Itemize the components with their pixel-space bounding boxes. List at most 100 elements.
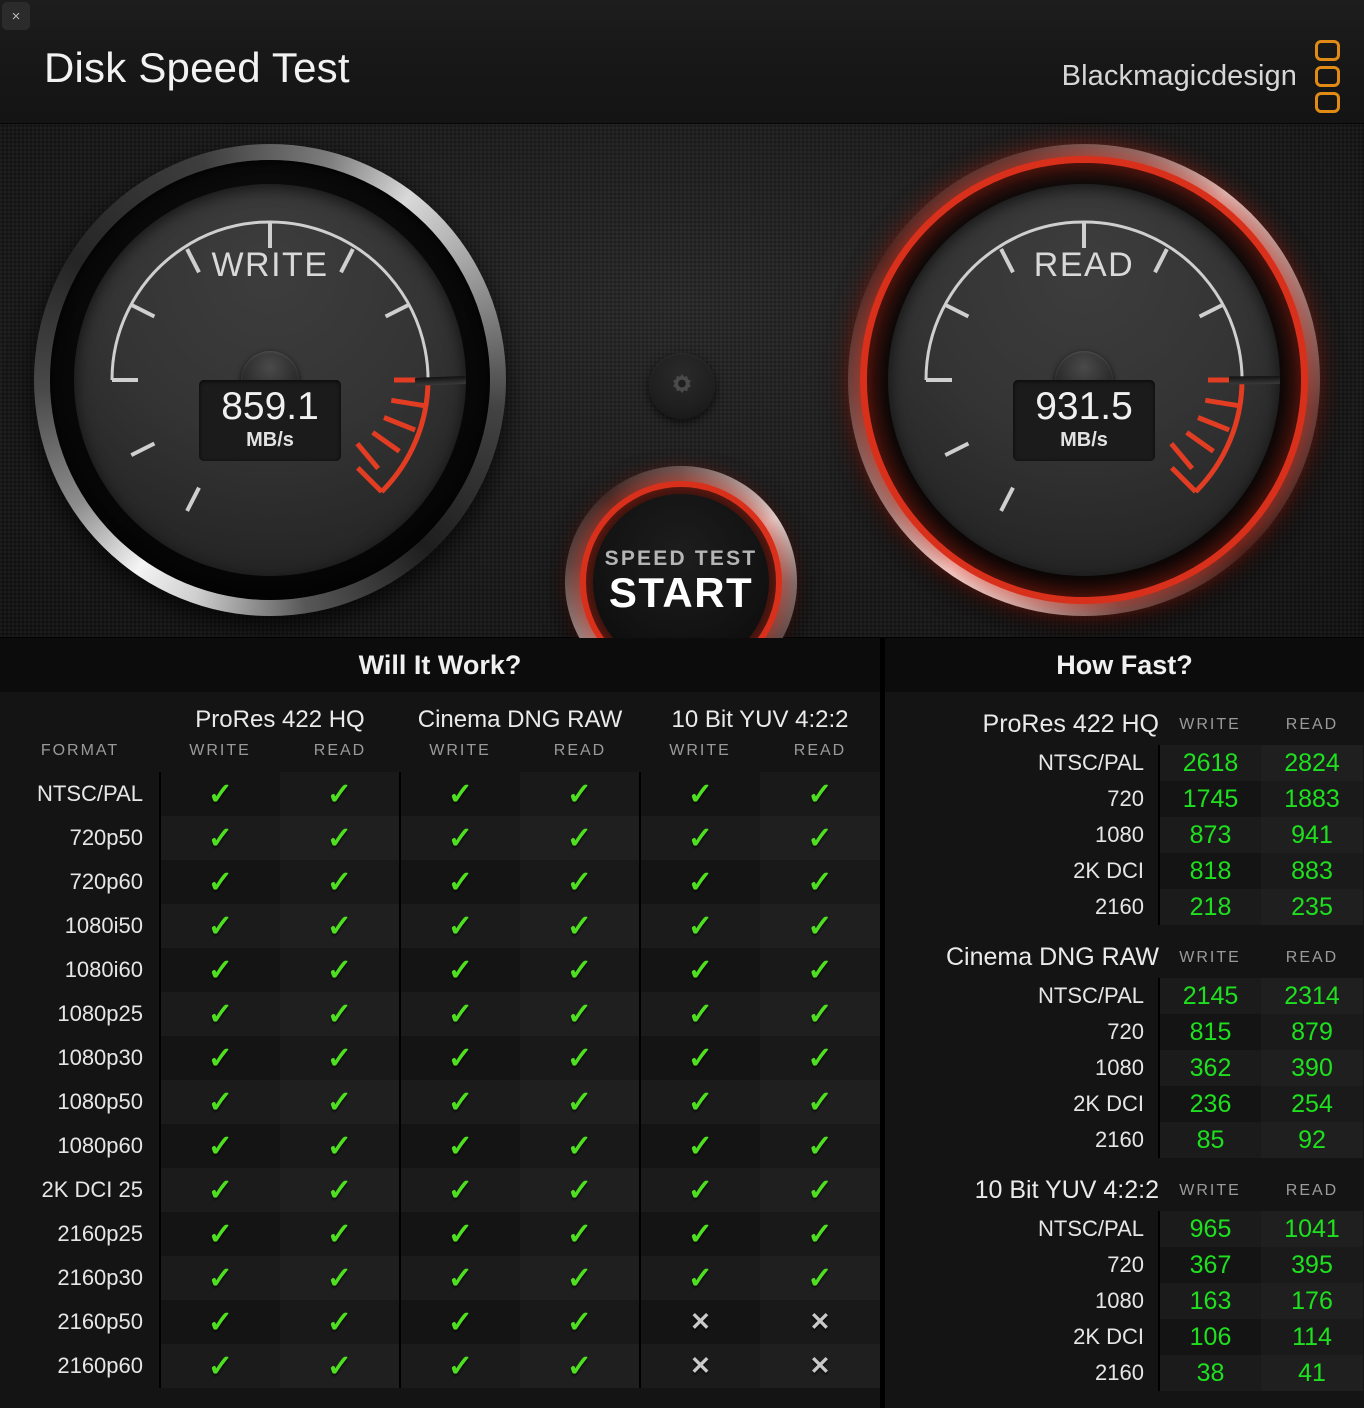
how-fast-row-label: 2160 [885, 889, 1160, 925]
check-icon: ✓ [447, 1217, 474, 1251]
check-icon: ✓ [280, 1168, 401, 1212]
check-icon: ✓ [760, 816, 880, 860]
how-fast-write-value: 1745 [1182, 784, 1239, 813]
start-button-subtitle: SPEED TEST [604, 547, 758, 570]
brand-logo: Blackmagicdesign [1062, 40, 1340, 113]
will-it-work-rows: NTSC/PAL ✓ ✓ ✓ ✓ ✓ ✓ 720p50 ✓ ✓ ✓ ✓ ✓ ✓ 720p60 ✓ ✓ ✓ ✓ ✓ ✓ 10… [0, 772, 880, 1388]
format-label: NTSC/PAL [0, 772, 161, 816]
table-row: 2160 85 92 [885, 1122, 1363, 1158]
table-row: NTSC/PAL 965 1041 [885, 1211, 1363, 1247]
check-icon: ✓ [280, 1212, 401, 1256]
table-row: 2K DCI 236 254 [885, 1086, 1363, 1122]
check-icon: ✓ [400, 992, 520, 1036]
check-icon: ✓ [640, 816, 760, 860]
how-fast-write-value: 218 [1159, 889, 1261, 925]
check-icon: ✓ [280, 992, 401, 1036]
check-icon: ✓ [207, 865, 234, 899]
how-fast-read-header: READ [1285, 1181, 1339, 1199]
how-fast-read-value: 114 [1261, 1319, 1363, 1355]
write-gauge-face: WRITE 859.1 MB/s [74, 184, 466, 576]
table-row: 1080i60 ✓ ✓ ✓ ✓ ✓ ✓ [0, 948, 880, 992]
settings-button[interactable] [649, 353, 715, 419]
brand-name: Blackmagicdesign [1061, 60, 1297, 92]
check-icon: ✓ [520, 1256, 641, 1300]
disk-speed-test-window: × Disk Speed Test Blackmagicdesign WRITE… [0, 0, 1364, 1408]
how-fast-read-value: 176 [1261, 1283, 1363, 1319]
format-label: 2160p25 [0, 1212, 161, 1256]
how-fast-table-0: ProRes 422 HQ WRITE READ NTSC/PAL 2618 2824 72… [885, 698, 1364, 925]
format-label: 2160p60 [0, 1344, 161, 1388]
how-fast-read-value: 2314 [1261, 978, 1363, 1014]
table-row: 2160p60 ✓ ✓ ✓ ✓ ✕ ✕ [0, 1344, 880, 1388]
how-fast-group-header: 10 Bit YUV 4:2:2 WRITE READ [885, 1164, 1363, 1211]
check-icon: ✓ [400, 1080, 520, 1124]
will-it-work-title: Will It Work? [0, 638, 880, 692]
results-panels: Will It Work? ProRes 422 HQ Cinema DNG R… [0, 638, 1364, 1408]
check-icon: ✓ [520, 772, 641, 816]
subheader-write-0: WRITE [189, 742, 251, 759]
check-icon: ✓ [447, 1041, 474, 1075]
check-icon: ✓ [400, 1168, 520, 1212]
check-icon: ✓ [160, 992, 280, 1036]
check-icon: ✓ [640, 992, 760, 1036]
how-fast-read-header: READ [1285, 948, 1339, 966]
check-icon: ✓ [520, 816, 641, 860]
table-row: 720 367 395 [885, 1247, 1363, 1283]
check-icon: ✓ [760, 1212, 880, 1256]
codec-header-1: Cinema DNG RAW [417, 706, 623, 733]
check-icon: ✓ [400, 816, 520, 860]
table-row: NTSC/PAL 2618 2824 [885, 745, 1363, 781]
how-fast-codec-name: 10 Bit YUV 4:2:2 [974, 1176, 1159, 1204]
how-fast-row-label: 720 [885, 781, 1160, 817]
how-fast-write-header: WRITE [1179, 715, 1241, 733]
format-label: 2K DCI 25 [0, 1168, 161, 1212]
table-row: NTSC/PAL 2145 2314 [885, 978, 1363, 1014]
check-icon: ✓ [687, 777, 714, 811]
table-row: 1080p30 ✓ ✓ ✓ ✓ ✓ ✓ [0, 1036, 880, 1080]
start-button-label: START [608, 569, 754, 616]
subheader-read-1: READ [553, 742, 607, 759]
table-row: NTSC/PAL ✓ ✓ ✓ ✓ ✓ ✓ [0, 772, 880, 816]
check-icon: ✓ [640, 1256, 760, 1300]
table-row: 720 1745 1883 [885, 781, 1363, 817]
check-icon: ✓ [280, 1256, 401, 1300]
check-icon: ✓ [207, 777, 234, 811]
read-gauge-value: 931.5 [1035, 385, 1133, 428]
how-fast-write-header: WRITE [1179, 1181, 1241, 1199]
check-icon: ✓ [400, 1256, 520, 1300]
gauge-deck: WRITE 859.1 MB/s SPEED TEST START READ 9… [0, 124, 1364, 698]
how-fast-row-label: NTSC/PAL [885, 745, 1160, 781]
format-label: 2160p30 [0, 1256, 161, 1300]
format-label: 1080i50 [0, 904, 161, 948]
check-icon: ✓ [447, 953, 474, 987]
close-button[interactable]: × [2, 2, 30, 30]
how-fast-read-value: 395 [1261, 1247, 1363, 1283]
subheader-read-2: READ [793, 742, 847, 759]
how-fast-write-value: 106 [1189, 1322, 1232, 1351]
table-row: 2160 38 41 [885, 1355, 1363, 1391]
check-icon: ✓ [520, 1300, 641, 1344]
check-icon: ✓ [760, 1256, 880, 1300]
check-icon: ✓ [687, 1217, 714, 1251]
check-icon: ✓ [400, 904, 520, 948]
codec-header-2: 10 Bit YUV 4:2:2 [671, 706, 849, 733]
how-fast-write-value: 2145 [1159, 978, 1261, 1014]
write-gauge-readout: 859.1 MB/s [199, 380, 341, 461]
check-icon: ✓ [447, 865, 474, 899]
table-row: 2160p30 ✓ ✓ ✓ ✓ ✓ ✓ [0, 1256, 880, 1300]
how-fast-read-header: READ [1285, 715, 1339, 733]
table-row: 2K DCI 818 883 [885, 853, 1363, 889]
check-icon: ✓ [207, 1129, 234, 1163]
write-gauge-value: 859.1 [221, 385, 319, 428]
check-icon: ✓ [760, 904, 880, 948]
check-icon: ✓ [640, 1080, 760, 1124]
how-fast-group-header: ProRes 422 HQ WRITE READ [885, 698, 1363, 745]
read-gauge-readout: 931.5 MB/s [1013, 380, 1155, 461]
how-fast-group-header: Cinema DNG RAW WRITE READ [885, 931, 1363, 978]
how-fast-write-value: 873 [1159, 817, 1261, 853]
how-fast-write-value: 362 [1159, 1050, 1261, 1086]
format-label: 1080p60 [0, 1124, 161, 1168]
check-icon: ✓ [280, 772, 401, 816]
spacer-cell [0, 692, 160, 736]
how-fast-row-label: 720 [885, 1247, 1160, 1283]
